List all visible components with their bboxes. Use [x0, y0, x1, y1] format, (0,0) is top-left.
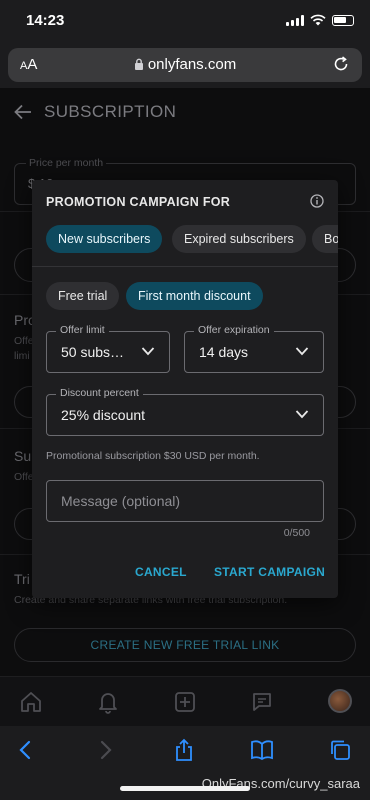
discount-percent-value: 25% discount	[61, 407, 146, 423]
notifications-icon[interactable]	[95, 689, 121, 715]
bundles-heading: Su	[14, 448, 32, 464]
promo-price-helper: Promotional subscription $30 USD per mon…	[46, 450, 260, 462]
battery-icon	[332, 14, 354, 26]
promotions-desc-line2: limi	[14, 350, 30, 362]
browser-address-area: AA onlyfans.com	[0, 44, 370, 88]
offer-limit-select[interactable]: Offer limit 50 subs…	[46, 324, 170, 373]
promotion-campaign-modal: PROMOTION CAMPAIGN FOR New subscribers E…	[32, 180, 338, 598]
chevron-down-icon	[295, 410, 309, 419]
forward-icon[interactable]	[93, 738, 117, 762]
home-icon[interactable]	[18, 689, 44, 715]
back-arrow-icon[interactable]	[14, 104, 32, 120]
chip-expired-subscribers[interactable]: Expired subscribers	[172, 225, 306, 253]
offer-expiration-value: 14 days	[199, 344, 249, 360]
char-counter: 0/500	[283, 527, 310, 539]
cellular-signal-icon	[286, 14, 304, 26]
back-icon[interactable]	[14, 738, 38, 762]
safari-toolbar: OnlyFans.com/curvy_saraa	[0, 726, 370, 800]
chip-new-subscribers[interactable]: New subscribers	[46, 225, 163, 253]
lock-icon	[134, 58, 143, 70]
offer-limit-label: Offer limit	[56, 324, 109, 336]
modal-title: PROMOTION CAMPAIGN FOR	[46, 195, 231, 209]
profile-avatar[interactable]	[328, 689, 352, 713]
discount-percent-label: Discount percent	[56, 387, 143, 399]
message-placeholder: Message (optional)	[61, 493, 181, 509]
chip-both[interactable]: Bo	[312, 225, 338, 253]
add-post-icon[interactable]	[172, 689, 198, 715]
offer-limit-value: 50 subs…	[61, 344, 125, 360]
price-label: Price per month	[26, 157, 107, 169]
page-title: SUBSCRIPTION	[44, 102, 177, 121]
bundles-desc: Offe	[14, 471, 34, 483]
trial-heading: Tri	[14, 571, 30, 587]
home-indicator	[120, 786, 250, 791]
create-free-trial-link-button[interactable]: CREATE NEW FREE TRIAL LINK	[14, 628, 356, 662]
url-text: onlyfans.com	[147, 56, 237, 73]
modal-divider	[32, 266, 338, 267]
cancel-button[interactable]: CANCEL	[135, 565, 187, 579]
status-bar: 14:23	[0, 0, 370, 44]
url-display[interactable]: onlyfans.com	[8, 56, 362, 73]
share-icon[interactable]	[172, 738, 196, 762]
promotions-desc-line1: Offe	[14, 335, 34, 347]
chip-free-trial[interactable]: Free trial	[46, 282, 120, 310]
discount-percent-select[interactable]: Discount percent 25% discount	[46, 387, 324, 436]
reload-icon[interactable]	[332, 55, 350, 73]
message-input[interactable]: Message (optional)	[46, 480, 324, 522]
chevron-down-icon	[295, 347, 309, 356]
wifi-icon	[310, 14, 326, 26]
status-time: 14:23	[26, 12, 65, 29]
messages-icon[interactable]	[249, 689, 275, 715]
tabs-icon[interactable]	[328, 738, 352, 762]
address-bar[interactable]: AA onlyfans.com	[8, 48, 362, 82]
start-campaign-button[interactable]: START CAMPAIGN	[214, 565, 325, 579]
offer-expiration-select[interactable]: Offer expiration 14 days	[184, 324, 324, 373]
chip-first-month-discount[interactable]: First month discount	[126, 282, 263, 310]
chevron-down-icon	[141, 347, 155, 356]
offer-expiration-label: Offer expiration	[194, 324, 274, 336]
info-icon[interactable]	[310, 194, 324, 208]
status-icons	[286, 14, 354, 26]
page-header: SUBSCRIPTION	[14, 102, 176, 122]
bookmarks-icon[interactable]	[250, 738, 274, 762]
app-bottom-nav	[0, 676, 370, 726]
